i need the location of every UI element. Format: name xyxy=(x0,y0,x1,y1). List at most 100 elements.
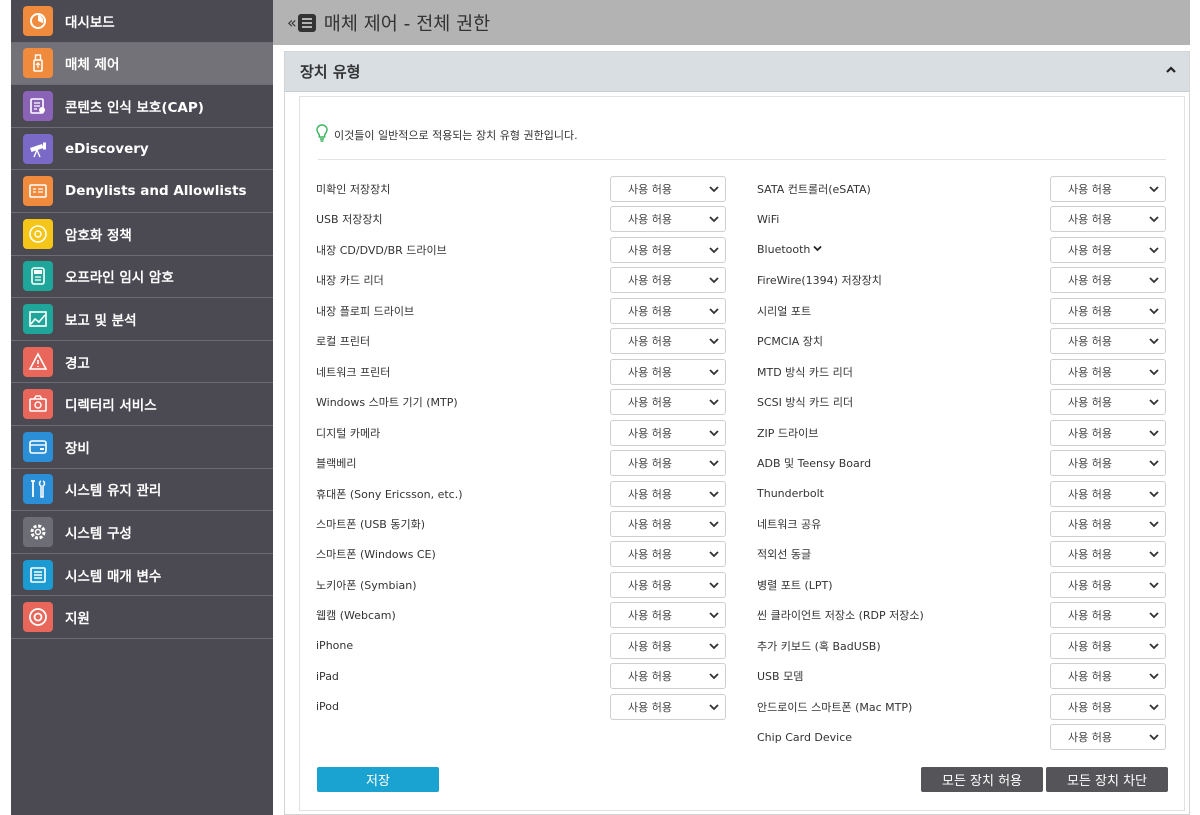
chevron-down-icon xyxy=(708,548,720,560)
permission-value: 사용 허용 xyxy=(1068,304,1112,318)
permission-select[interactable]: 사용 허용 xyxy=(1050,571,1166,598)
permission-select[interactable]: 사용 허용 xyxy=(610,632,726,659)
sidebar-item-4[interactable]: Denylists and Allowlists xyxy=(11,170,273,213)
permission-select[interactable]: 사용 허용 xyxy=(1050,602,1166,629)
permission-select[interactable]: 사용 허용 xyxy=(610,571,726,598)
sidebar-item-11[interactable]: 시스템 유지 관리 xyxy=(11,469,273,512)
device-row: Thunderbolt xyxy=(757,481,824,507)
permission-select[interactable]: 사용 허용 xyxy=(1050,510,1166,537)
permission-select[interactable]: 사용 허용 xyxy=(1050,206,1166,233)
device-types-panel: 장치 유형 이것들이 일반적으로 적용되는 장치 유형 권한입니다. 저장 모든… xyxy=(284,51,1190,815)
chevron-down-icon xyxy=(1148,396,1160,408)
device-row: 씬 클라이언트 저장소 (RDP 저장소) xyxy=(757,602,924,628)
sidebar-item-1[interactable]: 매체 제어 xyxy=(11,42,273,86)
chevron-down-icon xyxy=(1148,670,1160,682)
sidebar-item-label: 디렉터리 서비스 xyxy=(65,398,157,415)
permission-select[interactable]: 사용 허용 xyxy=(1050,724,1166,751)
encryption-disc-icon xyxy=(23,218,53,249)
permission-select[interactable]: 사용 허용 xyxy=(610,663,726,690)
panel-header[interactable]: 장치 유형 xyxy=(285,52,1189,92)
collapse-chevron-up-icon[interactable] xyxy=(1165,64,1177,79)
chevron-down-icon xyxy=(1148,640,1160,652)
chevron-down-icon xyxy=(708,518,720,530)
permission-select[interactable]: 사용 허용 xyxy=(610,693,726,720)
permission-select[interactable]: 사용 허용 xyxy=(1050,450,1166,477)
sidebar-item-2[interactable]: 콘텐츠 인식 보호(CAP) xyxy=(11,85,273,128)
sidebar-item-label: 매체 제어 xyxy=(65,57,120,74)
directory-service-icon xyxy=(23,389,53,420)
permission-select[interactable]: 사용 허용 xyxy=(610,236,726,263)
permission-select[interactable]: 사용 허용 xyxy=(610,176,726,202)
permission-select[interactable]: 사용 허용 xyxy=(610,510,726,537)
permission-value: 사용 허용 xyxy=(1068,517,1112,531)
panel-body: 이것들이 일반적으로 적용되는 장치 유형 권한입니다. 저장 모든 장치 허용… xyxy=(299,96,1185,811)
device-label: USB 모뎀 xyxy=(757,670,804,684)
chevron-down-icon xyxy=(1148,274,1160,286)
permission-select[interactable]: 사용 허용 xyxy=(1050,632,1166,659)
chevron-down-icon xyxy=(708,488,720,500)
device-label: 스마트폰 (USB 동기화) xyxy=(316,517,425,531)
list-card-icon xyxy=(23,176,53,207)
device-row: 내장 카드 리더 xyxy=(316,267,384,293)
sidebar-item-10[interactable]: 장비 xyxy=(11,426,273,469)
permission-select[interactable]: 사용 허용 xyxy=(610,419,726,446)
device-row: 미확인 저장장치 xyxy=(316,176,390,202)
device-label: ADB 및 Teensy Board xyxy=(757,457,872,471)
permission-select[interactable]: 사용 허용 xyxy=(1050,267,1166,294)
permission-value: 사용 허용 xyxy=(1068,548,1112,562)
sidebar-item-5[interactable]: 암호화 정책 xyxy=(11,213,273,256)
permission-value: 사용 허용 xyxy=(628,548,672,562)
permission-select[interactable]: 사용 허용 xyxy=(610,297,726,324)
sidebar-item-6[interactable]: 오프라인 임시 암호 xyxy=(11,256,273,299)
permission-select[interactable]: 사용 허용 xyxy=(610,358,726,385)
permission-value: 사용 허용 xyxy=(1068,365,1112,379)
permission-select[interactable]: 사용 허용 xyxy=(1050,663,1166,690)
permission-select[interactable]: 사용 허용 xyxy=(1050,419,1166,446)
permission-select[interactable]: 사용 허용 xyxy=(1050,328,1166,355)
sidebar-item-8[interactable]: 경고 xyxy=(11,341,273,384)
sidebar-item-7[interactable]: 보고 및 분석 xyxy=(11,298,273,341)
permission-select[interactable]: 사용 허용 xyxy=(1050,176,1166,202)
device-label: ZIP 드라이브 xyxy=(757,426,819,440)
chevron-down-icon xyxy=(1148,731,1160,743)
collapse-sidebar-button[interactable]: « xyxy=(287,13,316,32)
chevron-down-icon xyxy=(1148,305,1160,317)
permission-select[interactable]: 사용 허용 xyxy=(610,480,726,507)
device-row: ZIP 드라이브 xyxy=(757,420,818,446)
permission-select[interactable]: 사용 허용 xyxy=(610,541,726,568)
allow-all-devices-button[interactable]: 모든 장치 허용 xyxy=(921,767,1043,792)
hint-message: 이것들이 일반적으로 적용되는 장치 유형 권한입니다. xyxy=(316,124,578,145)
permission-select[interactable]: 사용 허용 xyxy=(1050,693,1166,720)
sidebar-item-13[interactable]: 시스템 매개 변수 xyxy=(11,554,273,597)
permission-value: 사용 허용 xyxy=(1068,578,1112,592)
device-label: 노키아폰 (Symbian) xyxy=(316,578,417,592)
device-label: iPhone xyxy=(316,639,354,653)
chevron-down-icon xyxy=(1148,548,1160,560)
permission-select[interactable]: 사용 허용 xyxy=(610,389,726,416)
device-label: 로컬 프린터 xyxy=(316,335,371,349)
sidebar-item-12[interactable]: 시스템 구성 xyxy=(11,511,273,554)
permission-select[interactable]: 사용 허용 xyxy=(1050,541,1166,568)
save-button[interactable]: 저장 xyxy=(317,767,439,792)
sidebar-item-14[interactable]: 지원 xyxy=(11,596,273,639)
sidebar-item-0[interactable]: 대시보드 xyxy=(11,0,273,43)
permission-select[interactable]: 사용 허용 xyxy=(610,206,726,233)
permission-select[interactable]: 사용 허용 xyxy=(610,602,726,629)
device-row: ADB 및 Teensy Board xyxy=(757,450,871,476)
sidebar-item-3[interactable]: eDiscovery xyxy=(11,128,273,171)
permission-select[interactable]: 사용 허용 xyxy=(610,450,726,477)
permission-select[interactable]: 사용 허용 xyxy=(1050,236,1166,263)
permission-select[interactable]: 사용 허용 xyxy=(1050,297,1166,324)
warning-icon xyxy=(23,346,53,377)
permission-select[interactable]: 사용 허용 xyxy=(610,328,726,355)
permission-select[interactable]: 사용 허용 xyxy=(610,267,726,294)
permission-select[interactable]: 사용 허용 xyxy=(1050,358,1166,385)
chevron-down-icon[interactable] xyxy=(813,244,823,256)
permission-select[interactable]: 사용 허용 xyxy=(1050,480,1166,507)
permission-select[interactable]: 사용 허용 xyxy=(1050,389,1166,416)
sidebar-item-9[interactable]: 디렉터리 서비스 xyxy=(11,383,273,426)
block-all-devices-button[interactable]: 모든 장치 차단 xyxy=(1046,767,1168,792)
device-label: Bluetooth xyxy=(757,243,811,257)
permission-value: 사용 허용 xyxy=(628,517,672,531)
device-row: 추가 키보드 (혹 BadUSB) xyxy=(757,633,881,659)
